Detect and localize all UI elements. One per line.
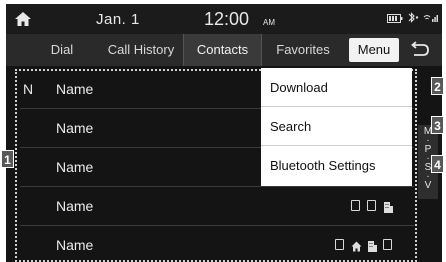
phone-icon	[351, 200, 360, 211]
tab-favorites[interactable]: Favorites	[266, 34, 340, 66]
menu-dropdown: Download Search Bluetooth Settings	[261, 68, 412, 186]
office-icon	[367, 239, 377, 252]
home-icon	[15, 12, 31, 26]
index-letter: N	[23, 81, 34, 97]
tab-bar: Dial Call History Contacts Favorites Men…	[6, 34, 442, 66]
callout-marker: 2	[431, 77, 444, 95]
office-icon	[383, 200, 393, 213]
status-ampm: AM	[263, 18, 275, 27]
home-button[interactable]	[14, 10, 32, 28]
head-unit-screen: Jan. 1 12:00 AM Dial Call History Contac…	[6, 4, 442, 262]
menu-item-search[interactable]: Search	[261, 107, 412, 146]
back-arrow-icon	[411, 41, 429, 56]
tab-contacts[interactable]: Contacts	[183, 34, 262, 66]
phone-icon	[383, 239, 392, 250]
home-icon	[351, 239, 362, 252]
status-bar: Jan. 1 12:00 AM	[6, 4, 442, 34]
tab-call-history[interactable]: Call History	[98, 34, 184, 66]
bluetooth-icon	[406, 10, 419, 28]
contact-row[interactable]: Name	[20, 226, 414, 262]
tab-dial[interactable]: Dial	[34, 34, 90, 66]
menu-button[interactable]: Menu	[349, 38, 399, 62]
contact-name: Name	[56, 159, 94, 175]
signal-icon	[422, 10, 438, 28]
callout-marker: 3	[431, 116, 444, 134]
contact-name: Name	[56, 237, 94, 253]
status-date: Jan. 1	[96, 11, 140, 28]
status-icons	[387, 10, 438, 28]
menu-item-bluetooth-settings[interactable]: Bluetooth Settings	[261, 146, 412, 185]
menu-item-download[interactable]: Download	[261, 68, 412, 107]
contact-name: Name	[56, 198, 94, 214]
status-time: 12:00	[204, 9, 250, 29]
contact-name: Name	[56, 81, 94, 97]
battery-icon	[387, 10, 403, 28]
contact-number-icons	[335, 239, 392, 252]
callout-marker: 1	[1, 150, 14, 168]
phone-icon	[335, 239, 344, 250]
phone-icon	[367, 200, 376, 211]
contact-row[interactable]: Name	[20, 187, 414, 226]
back-button[interactable]	[408, 41, 434, 59]
contact-number-icons	[351, 200, 393, 213]
callout-marker: 4	[431, 155, 444, 173]
contact-name: Name	[56, 120, 94, 136]
